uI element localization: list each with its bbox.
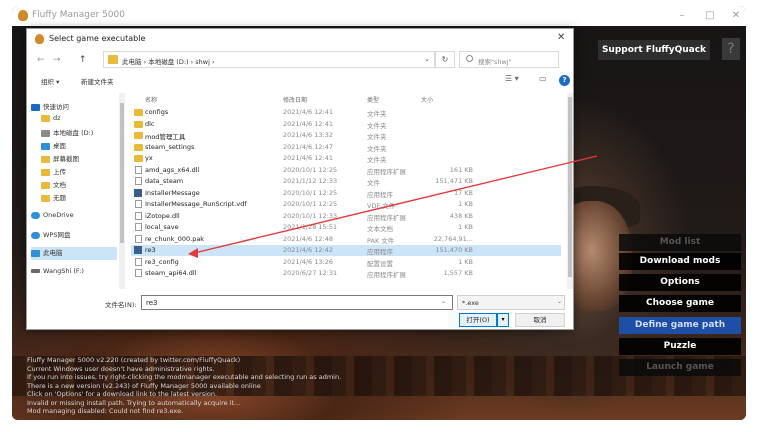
app-window: Fluffy Manager 5000 – □ ✕ Support Fluffy…: [12, 6, 746, 420]
annotation-arrow: [188, 155, 598, 258]
